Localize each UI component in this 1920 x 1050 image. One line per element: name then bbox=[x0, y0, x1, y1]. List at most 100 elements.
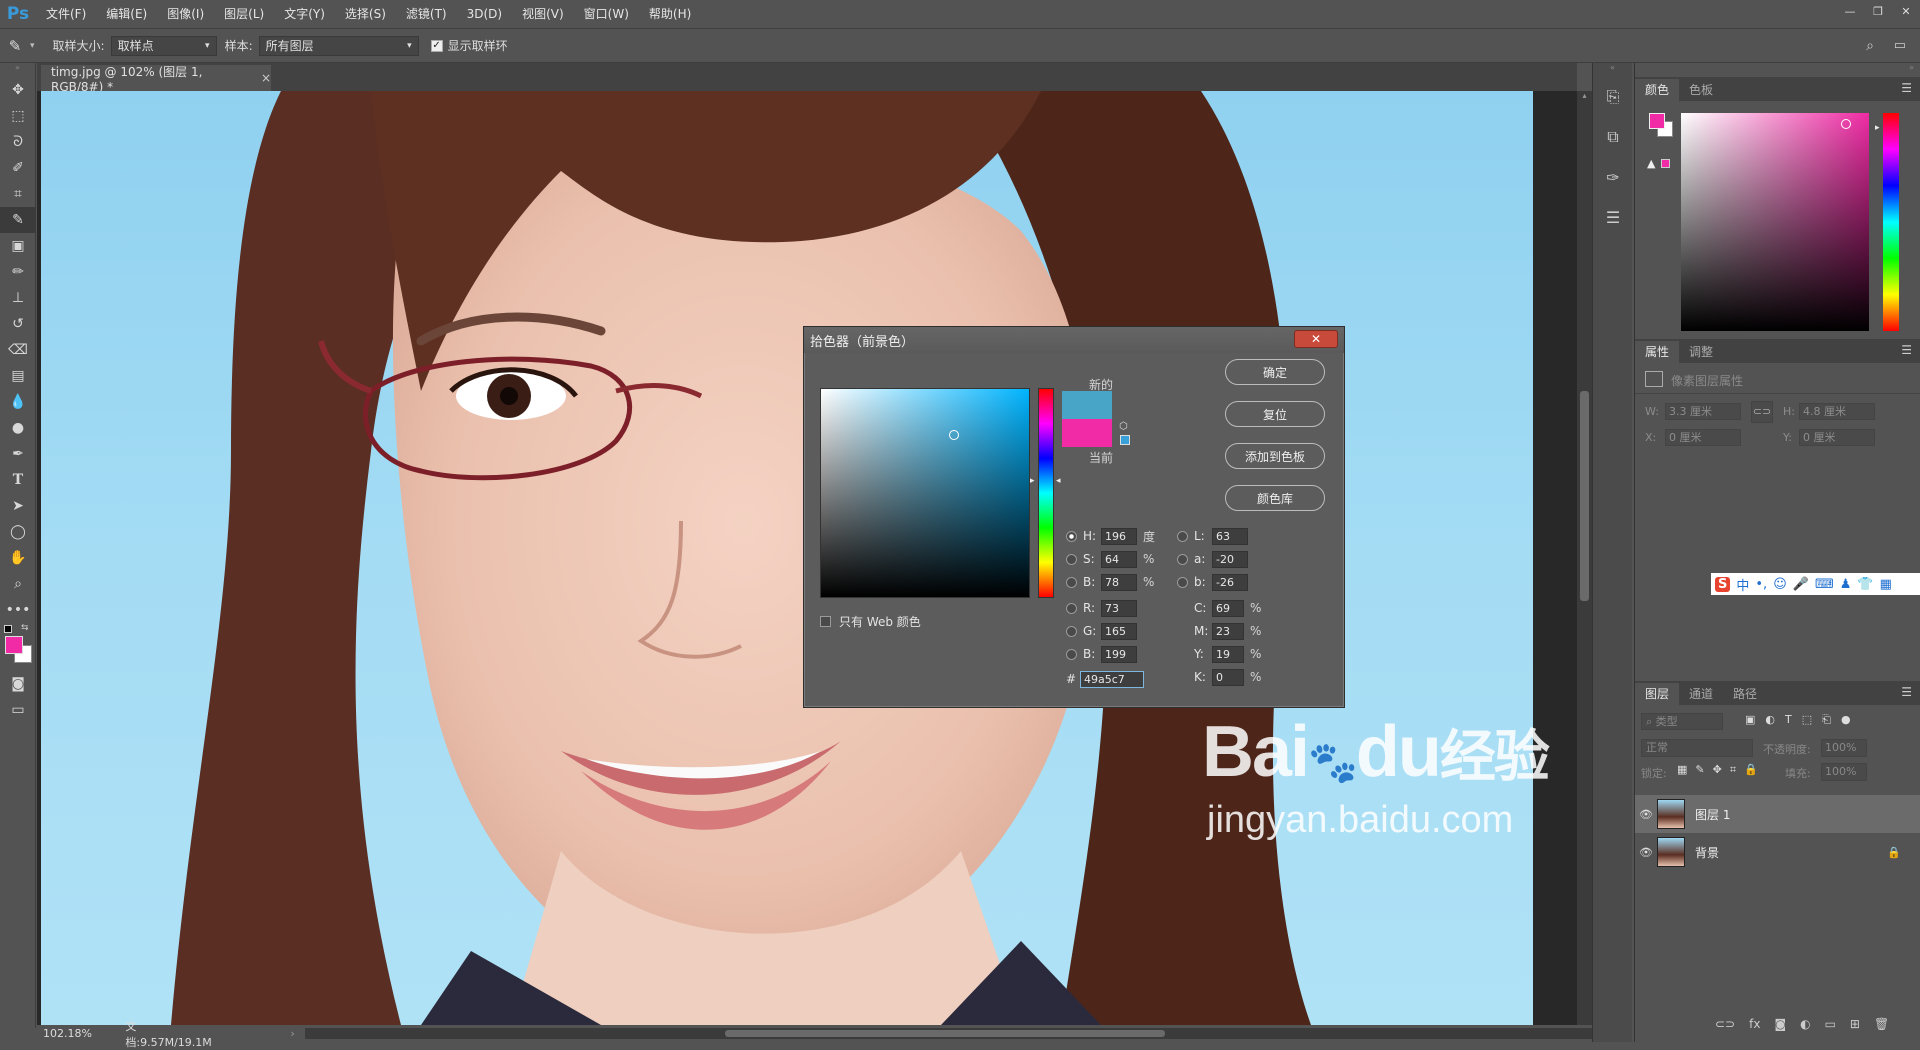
dodge-tool-icon[interactable]: ● bbox=[0, 415, 36, 441]
dialog-close-button[interactable]: ✕ bbox=[1294, 330, 1338, 348]
hue-slider-left-marker-icon[interactable]: ▸ bbox=[1030, 476, 1035, 486]
move-tool-icon[interactable]: ✥ bbox=[0, 77, 36, 103]
fx-icon[interactable]: fx bbox=[1749, 1017, 1760, 1031]
h-radio[interactable] bbox=[1066, 530, 1077, 542]
sample-select[interactable]: 所有图层 ▾ bbox=[258, 35, 419, 56]
l-radio[interactable] bbox=[1177, 530, 1188, 542]
close-tab-icon[interactable]: × bbox=[261, 71, 271, 85]
scrollbar-thumb[interactable] bbox=[1580, 391, 1589, 601]
filter-pixel-icon[interactable]: ▣ bbox=[1745, 713, 1755, 727]
brush-tool-icon[interactable]: ✏ bbox=[0, 259, 36, 285]
lock-all-icon[interactable]: 🔒 bbox=[1744, 763, 1758, 777]
gamut-color-chip[interactable] bbox=[1661, 159, 1670, 168]
screen-mode-icon[interactable]: ▭ bbox=[0, 697, 36, 723]
patch-tool-icon[interactable]: ▣ bbox=[0, 233, 36, 259]
tab-paths[interactable]: 路径 bbox=[1723, 683, 1767, 705]
b-radio[interactable] bbox=[1066, 576, 1077, 588]
a-field[interactable]: -20 bbox=[1212, 550, 1248, 568]
tab-channels[interactable]: 通道 bbox=[1679, 683, 1723, 705]
status-arrow-icon[interactable]: › bbox=[290, 1027, 294, 1040]
eyedropper-icon[interactable]: ✎ bbox=[0, 37, 30, 55]
layer-name[interactable]: 背景 bbox=[1695, 844, 1719, 861]
close-icon[interactable]: ✕ bbox=[1892, 0, 1920, 22]
quick-select-tool-icon[interactable]: ✐ bbox=[0, 155, 36, 181]
layer-filter-input[interactable]: ⌕ 类型 bbox=[1641, 713, 1723, 730]
expand-panels-icon[interactable]: « bbox=[1593, 63, 1632, 77]
menu-3d[interactable]: 3D(D) bbox=[457, 0, 512, 28]
visibility-eye-icon[interactable]: 👁 bbox=[1635, 846, 1657, 859]
brush-presets-icon[interactable]: ✑ bbox=[1593, 157, 1633, 197]
tool-preset-chevron-icon[interactable]: ▾ bbox=[30, 41, 35, 51]
filter-adjust-icon[interactable]: ◐ bbox=[1765, 713, 1775, 727]
lab-b-field[interactable]: -26 bbox=[1212, 573, 1248, 591]
lab-b-radio[interactable] bbox=[1177, 576, 1188, 588]
adjustment-layer-icon[interactable]: ◐ bbox=[1800, 1017, 1810, 1031]
tab-properties[interactable]: 属性 bbox=[1635, 341, 1680, 363]
visibility-eye-icon[interactable]: 👁 bbox=[1635, 808, 1657, 821]
horizontal-scrollbar[interactable] bbox=[304, 1028, 1592, 1039]
g-field[interactable]: 165 bbox=[1101, 622, 1137, 640]
tab-color[interactable]: 颜色 bbox=[1635, 79, 1680, 101]
eyedropper-tool-icon[interactable]: ✎ bbox=[0, 207, 36, 233]
panel-menu-icon[interactable]: ☰ bbox=[1901, 81, 1912, 95]
color-field[interactable] bbox=[820, 388, 1030, 598]
m-field[interactable]: 23 bbox=[1212, 622, 1244, 640]
ime-toolbar[interactable]: S 中 •, ☺ 🎤 ⌨ ♟ 👕 ▦ bbox=[1711, 573, 1920, 595]
tab-layers[interactable]: 图层 bbox=[1635, 683, 1680, 705]
color-libraries-button[interactable]: 颜色库 bbox=[1225, 485, 1325, 511]
link-layers-icon[interactable]: ⊂⊃ bbox=[1715, 1017, 1735, 1031]
zoom-tool-icon[interactable]: ⌕ bbox=[0, 571, 36, 597]
c-field[interactable]: 69 bbox=[1212, 599, 1244, 617]
scroll-up-icon[interactable]: ▴ bbox=[1577, 91, 1592, 100]
current-color-swatch[interactable] bbox=[1062, 419, 1112, 447]
clone-source-icon[interactable]: ⧉ bbox=[1593, 117, 1633, 157]
r-radio[interactable] bbox=[1066, 602, 1077, 614]
fill-field[interactable]: 100% bbox=[1821, 763, 1867, 781]
w-field[interactable]: 3.3 厘米 bbox=[1665, 403, 1741, 420]
ime-user-icon[interactable]: ♟ bbox=[1840, 577, 1852, 592]
reset-button[interactable]: 复位 bbox=[1225, 401, 1325, 427]
vertical-scrollbar[interactable]: ▴ bbox=[1577, 91, 1592, 1025]
ime-mic-icon[interactable]: 🎤 bbox=[1793, 577, 1809, 592]
filter-shape-icon[interactable]: ⬚ bbox=[1802, 713, 1812, 727]
tab-swatches[interactable]: 色板 bbox=[1679, 79, 1723, 101]
y-field[interactable]: 0 厘米 bbox=[1799, 429, 1875, 446]
b-field[interactable]: 78 bbox=[1101, 573, 1137, 591]
ime-punct-icon[interactable]: •, bbox=[1755, 577, 1767, 592]
color-field[interactable] bbox=[1681, 113, 1869, 331]
show-ring-checkbox[interactable]: ✓ bbox=[430, 39, 443, 52]
minimize-icon[interactable]: — bbox=[1836, 0, 1864, 22]
foreground-color-swatch[interactable] bbox=[5, 636, 23, 654]
pen-tool-icon[interactable]: ✒ bbox=[0, 441, 36, 467]
menu-help[interactable]: 帮助(H) bbox=[639, 0, 701, 28]
menu-select[interactable]: 选择(S) bbox=[335, 0, 396, 28]
a-radio[interactable] bbox=[1177, 553, 1188, 565]
workspace-icon[interactable]: ▭ bbox=[1894, 38, 1906, 53]
default-colors-icon[interactable] bbox=[4, 625, 12, 633]
stamp-tool-icon[interactable]: ⊥ bbox=[0, 285, 36, 311]
opacity-field[interactable]: 100% bbox=[1821, 739, 1867, 757]
filter-type-icon[interactable]: T bbox=[1785, 713, 1792, 727]
ime-skin-icon[interactable]: 👕 bbox=[1857, 577, 1873, 592]
filter-smart-icon[interactable]: ⎗ bbox=[1822, 713, 1831, 727]
h-field[interactable]: 4.8 厘米 bbox=[1799, 403, 1875, 420]
history-brush-tool-icon[interactable]: ↺ bbox=[0, 311, 36, 337]
hex-field[interactable]: 49a5c7 bbox=[1080, 670, 1144, 688]
l-field[interactable]: 63 bbox=[1212, 527, 1248, 545]
x-field[interactable]: 0 厘米 bbox=[1665, 429, 1741, 446]
lasso-tool-icon[interactable]: ᘐ bbox=[0, 129, 36, 155]
blend-mode-select[interactable]: 正常 bbox=[1641, 739, 1753, 757]
collapse-icon[interactable]: » bbox=[0, 63, 35, 77]
lock-pixels-icon[interactable]: ✎ bbox=[1695, 763, 1704, 777]
hue-slider[interactable] bbox=[1883, 113, 1899, 331]
ime-language[interactable]: 中 bbox=[1736, 575, 1749, 594]
s-radio[interactable] bbox=[1066, 553, 1077, 565]
marquee-tool-icon[interactable]: ⬚ bbox=[0, 103, 36, 129]
document-tab[interactable]: timg.jpg @ 102% (图层 1, RGB/8#) * × bbox=[41, 65, 271, 94]
ime-grid-icon[interactable]: ▦ bbox=[1880, 577, 1892, 592]
k-field[interactable]: 0 bbox=[1212, 668, 1244, 686]
add-to-swatches-button[interactable]: 添加到色板 bbox=[1225, 443, 1325, 469]
ellipse-tool-icon[interactable]: ◯ bbox=[0, 519, 36, 545]
menu-edit[interactable]: 编辑(E) bbox=[96, 0, 157, 28]
horizontal-scrollbar-thumb[interactable] bbox=[724, 1030, 1165, 1037]
